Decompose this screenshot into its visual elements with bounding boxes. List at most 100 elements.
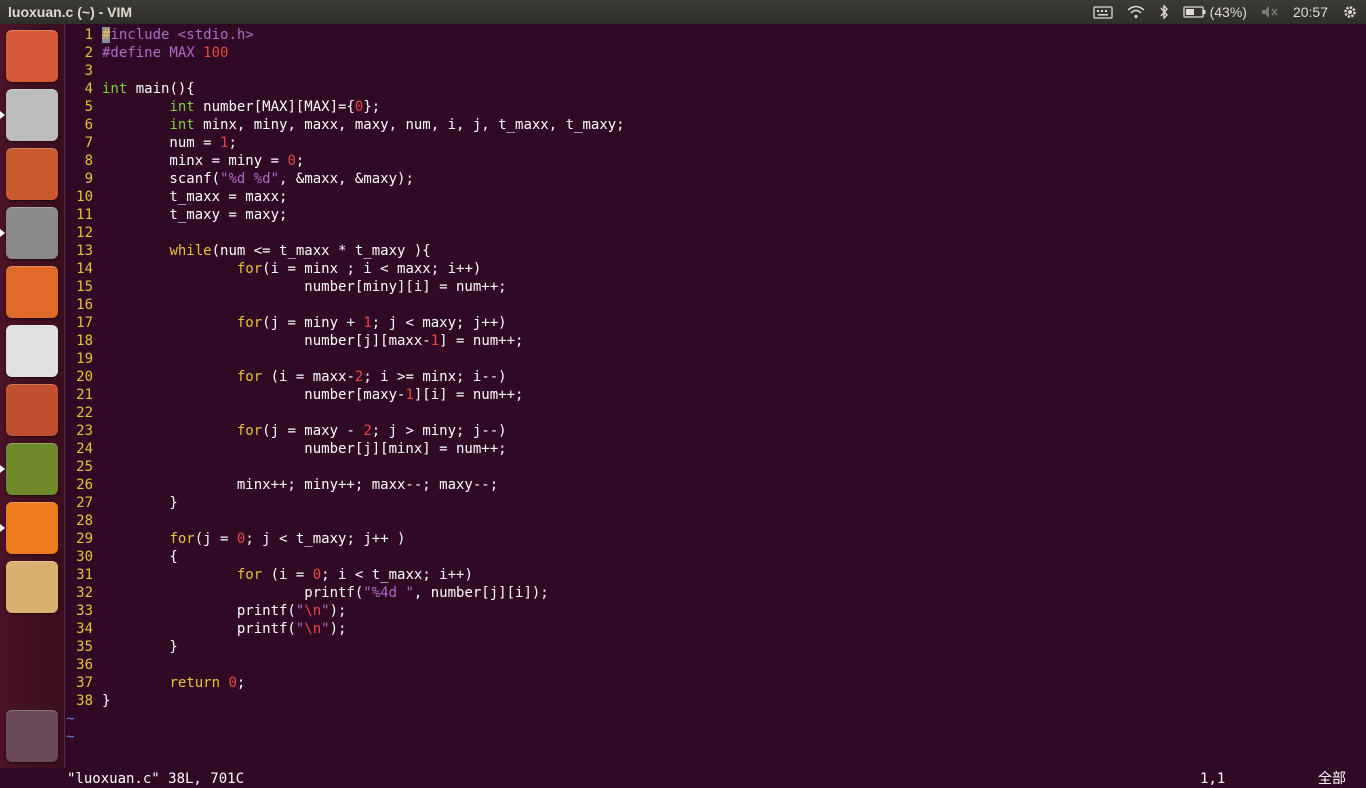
code-token: ;	[295, 153, 305, 169]
volume-muted-icon[interactable]	[1261, 5, 1279, 19]
code-token: ;	[228, 135, 237, 151]
line-code: num = 1;	[102, 134, 237, 152]
code-token: main(){	[127, 81, 195, 97]
code-token: for	[236, 567, 263, 583]
code-token: scanf(	[102, 171, 221, 187]
status-cursor-position: 1,1	[1200, 771, 1226, 787]
status-scroll-indicator: 全部	[1318, 771, 1346, 787]
keyboard-icon[interactable]	[1092, 5, 1113, 19]
amazon-icon[interactable]	[6, 325, 58, 377]
line-number: 29	[76, 531, 93, 547]
line-code: return 0;	[102, 674, 245, 692]
tilde-marker: ~	[66, 729, 75, 745]
line-number: 2	[84, 45, 93, 61]
code-token: ;	[236, 675, 246, 691]
line-number: 23	[76, 423, 93, 439]
line-number: 7	[84, 135, 93, 151]
firefox-icon[interactable]	[6, 148, 58, 200]
code-token: (i = minx ; i < maxx; i++)	[262, 261, 482, 277]
code-token: \n	[304, 603, 322, 619]
battery-icon	[1182, 6, 1206, 18]
launcher	[0, 24, 65, 768]
status-file-info: "luoxuan.c" 38L, 701C	[67, 771, 245, 787]
pdf-reader-icon[interactable]	[6, 502, 58, 554]
ebook-reader-icon[interactable]	[6, 443, 58, 495]
bluetooth-icon[interactable]	[1159, 4, 1169, 20]
code-token: (i = maxx-	[262, 369, 355, 385]
line-number: 25	[76, 459, 93, 475]
files-icon[interactable]	[6, 207, 58, 259]
code-token: "	[321, 621, 330, 637]
trash-icon[interactable]	[6, 710, 58, 762]
code-token: num =	[102, 135, 221, 151]
code-token: for	[236, 369, 263, 385]
line-number: 26	[76, 477, 93, 493]
code-token: ; j < t_maxy; j++ )	[245, 531, 406, 547]
line-code: for (i = maxx-2; i >= minx; i--)	[102, 368, 507, 386]
code-token: for	[236, 423, 263, 439]
vim-editor[interactable]: 1 #include <stdio.h> 2 #define MAX 100 3 4 int…	[65, 24, 1366, 787]
line-code: minx++; miny++; maxx--; maxy--;	[102, 476, 498, 494]
line-number: 6	[84, 117, 93, 133]
code-token: }	[102, 495, 178, 511]
battery-indicator[interactable]: (43%)	[1182, 4, 1247, 20]
image-viewer-icon[interactable]	[6, 561, 58, 613]
line-number: 10	[76, 189, 93, 205]
window-title: luoxuan.c (~) - VIM	[8, 4, 133, 20]
line-number: 34	[76, 621, 93, 637]
code-token: ; j > miny; j--)	[371, 423, 507, 439]
code-token: while	[169, 243, 212, 259]
code-token: , &maxx, &maxy);	[279, 171, 414, 187]
running-indicator	[0, 229, 5, 237]
code-token: t_maxy = maxy;	[102, 207, 288, 223]
code-token: number[j][minx] = num++;	[102, 441, 507, 457]
code-token: <stdio.h>	[177, 27, 254, 43]
system-settings-icon[interactable]	[6, 384, 58, 436]
terminal-icon[interactable]	[6, 89, 58, 141]
code-token: ; i < t_maxx; i++)	[321, 567, 473, 583]
line-code: t_maxy = maxy;	[102, 206, 287, 224]
running-indicator	[0, 524, 5, 532]
code-token: printf(	[102, 621, 296, 637]
line-code: for(j = miny + 1; j < maxy; j++)	[102, 314, 507, 332]
line-number: 8	[84, 153, 93, 169]
software-center-icon[interactable]	[6, 266, 58, 318]
code-token: minx = miny =	[102, 153, 288, 169]
line-code: number[j][maxx-1] = num++;	[102, 332, 523, 350]
code-token: ; j < maxy; j++)	[371, 315, 507, 331]
code-token: printf(	[102, 585, 364, 601]
code-token: int	[169, 99, 195, 115]
line-code: int number[MAX][MAX]={0};	[102, 98, 380, 116]
code-token: {	[102, 549, 178, 565]
code-token: return	[169, 675, 221, 691]
line-code: }	[102, 692, 110, 710]
code-token: (j =	[194, 531, 237, 547]
code-token: 1	[430, 333, 440, 349]
line-number: 13	[76, 243, 93, 259]
code-token: , number[j][i]);	[413, 585, 549, 601]
code-token: }	[102, 693, 111, 709]
line-code: for (i = 0; i < t_maxx; i++)	[102, 566, 473, 584]
line-number: 12	[76, 225, 93, 241]
power-gear-icon[interactable]	[1342, 4, 1358, 20]
code-token: int	[102, 81, 128, 97]
line-code: int main(){	[102, 80, 195, 98]
top-panel: luoxuan.c (~) - VIM (43%) 20:57	[0, 0, 1366, 24]
line-code: number[miny][i] = num++;	[102, 278, 506, 296]
line-code: while(num <= t_maxx * t_maxy ){	[102, 242, 430, 260]
clock[interactable]: 20:57	[1293, 4, 1328, 20]
code-token: ][i] = num++;	[413, 387, 524, 403]
ubuntu-dash-icon[interactable]	[6, 30, 58, 82]
wifi-icon[interactable]	[1127, 5, 1145, 19]
code-token: };	[363, 99, 381, 115]
line-number: 11	[76, 207, 93, 223]
line-number: 14	[76, 261, 93, 277]
code-token: number[j][maxx-	[102, 333, 431, 349]
line-number: 1	[84, 27, 93, 43]
